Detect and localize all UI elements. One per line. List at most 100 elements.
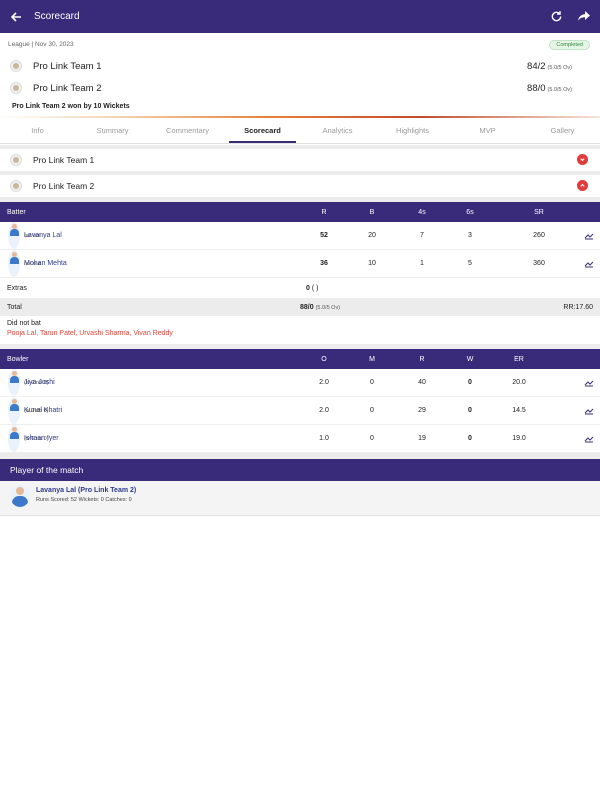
tab-gallery[interactable]: Gallery	[525, 118, 600, 143]
tab-summary[interactable]: Summary	[75, 118, 150, 143]
maidens-cell: 0	[370, 435, 374, 442]
batter-column-header: Batter	[7, 208, 26, 216]
overs-cell: 2.0	[319, 379, 329, 386]
fours-column-header: 4s	[418, 208, 426, 216]
strike-rate-cell: 360	[533, 260, 545, 267]
innings-toggle-team-1[interactable]: Pro Link Team 1	[0, 149, 600, 171]
team-score: 84/2 (5.0/5 Ov)	[527, 60, 572, 72]
fours-cell: 7	[420, 232, 424, 239]
player-of-match-name[interactable]: Lavanya Lal (Pro Link Team 2)	[36, 487, 136, 494]
runs-column-header: R	[321, 208, 327, 216]
player-of-match-card[interactable]: Lavanya Lal (Pro Link Team 2) Runs Score…	[0, 481, 600, 516]
trend-chart-icon[interactable]	[584, 250, 594, 277]
balls-cell: 20	[368, 232, 376, 239]
maidens-cell: 0	[370, 407, 374, 414]
team-score: 88/0 (5.0/5 Ov)	[527, 82, 572, 94]
tab-commentary[interactable]: Commentary	[150, 118, 225, 143]
runs-conceded-cell: 40	[418, 379, 426, 386]
overs-column-header: O	[321, 355, 327, 363]
sixes-column-header: 6s	[466, 208, 474, 216]
balls-column-header: B	[369, 208, 375, 216]
trend-chart-icon[interactable]	[584, 369, 594, 396]
did-not-bat-section: Did not bat Pooja Lal, Tarun Patel, Urva…	[0, 316, 600, 344]
tab-mvp[interactable]: MVP	[450, 118, 525, 143]
team-logo-icon	[10, 60, 22, 72]
runs-cell: 36	[320, 260, 328, 267]
strike-rate-column-header: SR	[534, 208, 544, 216]
dismissal-text: not out	[24, 232, 41, 239]
maidens-column-header: M	[369, 355, 375, 363]
table-row[interactable]: Kunal Khatri (w 0 nb 0) 2.0 0 29 0 14.5	[0, 397, 600, 425]
trend-chart-icon[interactable]	[584, 397, 594, 424]
economy-cell: 20.0	[512, 379, 526, 386]
team-name: Pro Link Team 2	[33, 82, 102, 94]
overs-cell: 1.0	[319, 435, 329, 442]
wickets-cell: 0	[468, 379, 472, 386]
tab-info[interactable]: Info	[0, 118, 75, 143]
refresh-icon[interactable]	[548, 9, 564, 25]
table-row[interactable]: Ishaan Iyer (w 0 nb 0) 1.0 0 19 0 19.0	[0, 425, 600, 453]
bowling-header: Bowler O M R W ER	[0, 349, 600, 369]
run-rate: RR:17.60	[563, 304, 593, 311]
wickets-cell: 0	[468, 407, 472, 414]
extras-row: Extras 0 ( )	[0, 279, 600, 299]
dismissal-text: not out	[24, 260, 41, 267]
chevron-down-icon[interactable]	[577, 154, 588, 165]
total-score: 88/0 (5.0/5 Ov)	[300, 304, 341, 311]
innings-team-name: Pro Link Team 1	[33, 155, 95, 165]
economy-cell: 19.0	[512, 435, 526, 442]
maidens-cell: 0	[370, 379, 374, 386]
economy-column-header: ER	[514, 355, 524, 363]
status-badge: Completed	[549, 40, 590, 50]
sixes-cell: 3	[468, 232, 472, 239]
chevron-up-icon[interactable]	[577, 180, 588, 191]
team-logo-icon	[10, 180, 22, 192]
app-bar: Scorecard	[0, 0, 600, 33]
sixes-cell: 5	[468, 260, 472, 267]
overs-cell: 2.0	[319, 407, 329, 414]
match-meta: League | Nov 30, 2023	[8, 41, 74, 48]
extras-detail: (w 0 nb 0)	[24, 435, 49, 442]
wickets-cell: 0	[468, 435, 472, 442]
tab-highlights[interactable]: Highlights	[375, 118, 450, 143]
team-logo-icon	[10, 154, 22, 166]
total-row: Total 88/0 (5.0/5 Ov) RR:17.60	[0, 299, 600, 316]
player-avatar	[8, 250, 20, 277]
table-row[interactable]: Lavanya Lal not out 52 20 7 3 260	[0, 222, 600, 250]
team-name: Pro Link Team 1	[33, 60, 102, 72]
team-logo-icon	[10, 82, 22, 94]
player-of-match-heading: Player of the match	[0, 459, 600, 481]
did-not-bat-label: Did not bat	[7, 320, 41, 327]
bowler-column-header: Bowler	[7, 355, 29, 363]
player-avatar	[8, 369, 20, 396]
runs-conceded-column-header: R	[419, 355, 425, 363]
economy-cell: 14.5	[512, 407, 526, 414]
table-row[interactable]: Jiya Joshi (w 0 nb 0) 2.0 0 40 0 20.0	[0, 369, 600, 397]
share-icon[interactable]	[576, 9, 592, 25]
strike-rate-cell: 260	[533, 232, 545, 239]
extras-detail: (w 0 nb 0)	[24, 407, 49, 414]
did-not-bat-list[interactable]: Pooja Lal, Tarun Patel, Urvashi Sharma, …	[7, 330, 173, 337]
trend-chart-icon[interactable]	[584, 222, 594, 249]
fours-cell: 1	[420, 260, 424, 267]
player-avatar	[8, 222, 20, 249]
back-arrow-icon[interactable]	[8, 9, 24, 25]
tab-scorecard[interactable]: Scorecard	[225, 118, 300, 143]
table-row[interactable]: Mohan Mehta not out 36 10 1 5 360	[0, 250, 600, 278]
extras-value: 0 ( )	[306, 285, 319, 292]
team-score-row: Pro Link Team 2 88/0 (5.0/5 Ov)	[0, 78, 600, 98]
player-avatar	[8, 425, 20, 452]
tab-bar: Info Summary Commentary Scorecard Analyt…	[0, 118, 600, 144]
runs-cell: 52	[320, 232, 328, 239]
page-title: Scorecard	[34, 11, 80, 22]
extras-label: Extras	[7, 285, 27, 292]
wickets-column-header: W	[466, 355, 474, 363]
team-score-row: Pro Link Team 1 84/2 (5.0/5 Ov)	[0, 56, 600, 76]
tab-analytics[interactable]: Analytics	[300, 118, 375, 143]
player-avatar	[10, 485, 30, 507]
innings-toggle-team-2[interactable]: Pro Link Team 2	[0, 175, 600, 197]
match-result: Pro Link Team 2 won by 10 Wickets	[12, 103, 130, 110]
trend-chart-icon[interactable]	[584, 425, 594, 452]
player-avatar	[8, 397, 20, 424]
batting-header: Batter R B 4s 6s SR	[0, 202, 600, 222]
